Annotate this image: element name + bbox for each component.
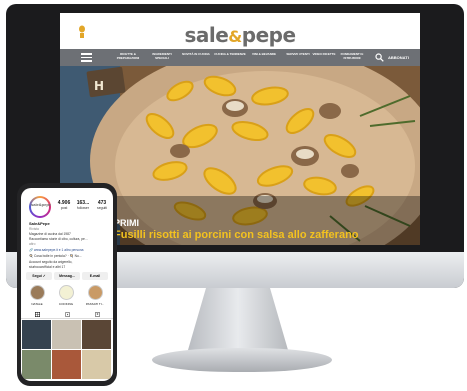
profile-name: Sale&Pepe (29, 221, 50, 226)
avatar[interactable]: sale&pepe (29, 196, 51, 218)
site-header: sale&pepe (60, 13, 420, 49)
svg-text:H: H (94, 79, 104, 93)
logo-sale: sale (184, 23, 229, 47)
highlight-cooking[interactable] (59, 285, 74, 300)
profile-tabs (21, 310, 113, 319)
nav-item-fondamenti[interactable]: Fondamenti e istruzioni (336, 52, 368, 60)
highlight-label-passati: PASSATI TI... (85, 302, 105, 306)
hero-kicker: PRIMI (114, 218, 140, 228)
nav-item-ricette[interactable]: Ricette & preparazioni (112, 52, 144, 60)
highlight-label-natale: NATALE (31, 302, 43, 306)
site-logo[interactable]: sale&pepe (60, 23, 420, 47)
nav-item-vini[interactable]: Vini & bevande (248, 52, 280, 56)
highlight-label-cooking: COOKING (58, 302, 74, 306)
stat-followers[interactable]: 163... follower (74, 200, 92, 210)
profile-category: Rivista (29, 227, 39, 231)
profile-bio-line-2: Raccontiamo storie di cibo, cultura, pe.… (29, 237, 88, 241)
nav-item-cucina[interactable]: Cucina & tendenze (214, 52, 246, 56)
hero-headline[interactable]: Fusilli risotti ai porcini con salsa all… (114, 229, 359, 241)
desktop-and-phone-mockup: sale&pepe Ricette & preparazioni Ingredi… (0, 0, 467, 391)
grid-post[interactable] (22, 320, 51, 349)
nav-item-ingredienti[interactable]: Ingredienti speciali (146, 52, 178, 60)
grid-tab-icon[interactable] (35, 312, 40, 317)
grid-post[interactable] (82, 320, 111, 349)
logo-pepe: pepe (241, 23, 296, 47)
grid-post[interactable] (52, 350, 81, 379)
message-button[interactable]: Messag... (54, 272, 80, 280)
monitor-stand-base (152, 348, 332, 372)
profile-bio-line-1: Magazine di cucina dal 1987 (29, 232, 71, 236)
stat-posts-label: post (60, 206, 68, 210)
followed-by-2: sturboowofficial e altri 17 (29, 265, 66, 269)
main-navbar: Ricette & preparazioni Ingredienti speci… (60, 49, 420, 66)
search-icon[interactable] (375, 53, 384, 62)
logo-amp: & (228, 27, 242, 46)
monitor-stand-neck (188, 288, 288, 350)
highlight-passati[interactable] (88, 285, 103, 300)
grid-post[interactable] (52, 320, 81, 349)
email-button[interactable]: E-mail (82, 272, 108, 280)
reels-tab-icon[interactable] (65, 312, 70, 317)
avatar-text: sale&pepe (31, 198, 51, 216)
hamburger-menu-icon[interactable] (81, 53, 92, 62)
grid-post[interactable] (22, 350, 51, 379)
grid-post[interactable] (82, 350, 111, 379)
nav-item-novita[interactable]: Novità in cucina (180, 52, 212, 56)
followed-by: Account seguito da arigerello, (29, 260, 73, 264)
follow-button[interactable]: Segui ✓ (26, 272, 52, 280)
profile-link[interactable]: 🔗 www.salepepe.it e 1 altro persona (29, 248, 84, 252)
profile-cta[interactable]: 🍳 Cosa bolle in pentola? · 🍳 Nu... (29, 254, 82, 258)
tagged-tab-icon[interactable] (95, 312, 100, 317)
stat-following-label: seguiti (96, 206, 108, 210)
profile-bio-more[interactable]: altro (29, 242, 35, 246)
phone-frame: sale&pepe 4.906 post 163... follower 473… (17, 183, 117, 386)
instagram-profile-screen: sale&pepe 4.906 post 163... follower 473… (21, 188, 113, 381)
stat-followers-label: follower (76, 206, 90, 210)
stat-following[interactable]: 473 seguiti (93, 200, 111, 210)
highlight-natale[interactable] (30, 285, 45, 300)
stat-posts[interactable]: 4.906 post (55, 200, 73, 210)
subscribe-link[interactable]: ABBONATI (388, 55, 409, 60)
